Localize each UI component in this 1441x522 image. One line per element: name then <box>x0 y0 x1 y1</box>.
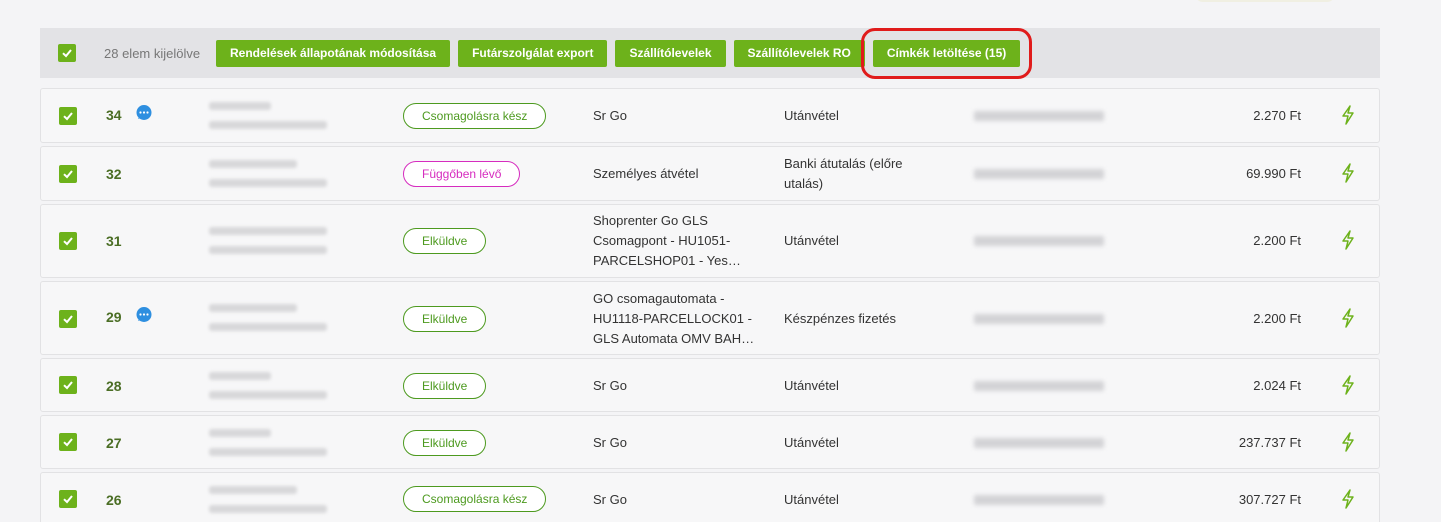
lightning-icon[interactable] <box>1341 432 1355 452</box>
order-id[interactable]: 27 <box>106 435 122 451</box>
payment-method: Utánvétel <box>784 492 839 507</box>
payment-method: Banki átutalás (előre utalás) <box>784 156 903 191</box>
order-total: 69.990 Ft <box>1246 166 1301 181</box>
check-icon <box>63 495 73 504</box>
order-row[interactable]: 26 Csomagolásra kész Sr Go Utánvétel 307… <box>40 472 1380 522</box>
payment-method: Utánvétel <box>784 378 839 393</box>
row-checkbox[interactable] <box>59 433 77 451</box>
lightning-icon[interactable] <box>1341 230 1355 250</box>
payment-method: Utánvétel <box>784 435 839 450</box>
order-row[interactable]: 34 Csomagolásra kész Sr Go Utánvétel 2.2… <box>40 88 1380 143</box>
customer-info-blurred <box>209 486 329 522</box>
order-id[interactable]: 29 <box>106 309 122 325</box>
payment-method: Készpénzes fizetés <box>784 311 897 326</box>
customer-info-blurred <box>209 102 329 140</box>
status-badge: Csomagolásra kész <box>403 103 547 129</box>
check-icon <box>63 170 73 179</box>
status-badge: Elküldve <box>403 306 487 332</box>
lightning-icon[interactable] <box>1341 489 1355 509</box>
row-checkbox[interactable] <box>59 376 77 394</box>
chat-bubble-icon[interactable] <box>135 104 153 122</box>
check-icon <box>63 438 73 447</box>
shipping-method: Személyes átvétel <box>593 166 699 181</box>
lightning-icon[interactable] <box>1341 308 1355 328</box>
row-checkbox[interactable] <box>59 310 77 328</box>
shipping-method: Sr Go <box>593 378 627 393</box>
lightning-icon[interactable] <box>1341 163 1355 183</box>
order-total: 2.200 Ft <box>1253 233 1301 248</box>
order-id[interactable]: 34 <box>106 107 122 123</box>
order-id[interactable]: 26 <box>106 492 122 508</box>
order-total: 2.024 Ft <box>1253 378 1301 393</box>
status-badge: Csomagolásra kész <box>403 486 547 512</box>
delivery-notes-button[interactable]: Szállítólevelek <box>615 39 726 67</box>
order-date-blurred <box>974 236 1104 246</box>
order-total: 2.200 Ft <box>1253 311 1301 326</box>
shipping-method: Shoprenter Go GLS Csomagpont - HU1051-PA… <box>593 213 741 268</box>
shipping-method: Sr Go <box>593 492 627 507</box>
check-icon <box>63 315 73 324</box>
order-date-blurred <box>974 495 1104 505</box>
status-badge: Elküldve <box>403 430 487 456</box>
order-total: 2.270 Ft <box>1253 108 1301 123</box>
download-labels-button[interactable]: Címkék letöltése (15) <box>860 27 1033 79</box>
customer-info-blurred <box>209 160 329 198</box>
shipping-method: Sr Go <box>593 108 627 123</box>
status-badge: Elküldve <box>403 373 487 399</box>
customer-info-blurred <box>209 372 329 410</box>
row-checkbox[interactable] <box>59 490 77 508</box>
customer-info-blurred <box>209 227 329 265</box>
courier-export-button[interactable]: Futárszolgálat export <box>458 39 608 67</box>
chat-bubble-icon[interactable] <box>135 306 153 324</box>
row-checkbox[interactable] <box>59 165 77 183</box>
order-date-blurred <box>974 169 1104 179</box>
order-row[interactable]: 28 Elküldve Sr Go Utánvétel 2.024 Ft <box>40 358 1380 412</box>
customer-info-blurred <box>209 429 329 467</box>
select-all-checkbox[interactable] <box>58 44 76 62</box>
order-id[interactable]: 32 <box>106 166 122 182</box>
check-icon <box>63 237 73 246</box>
order-date-blurred <box>974 438 1104 448</box>
check-icon <box>63 112 73 121</box>
check-icon <box>62 49 72 58</box>
lightning-icon[interactable] <box>1341 375 1355 395</box>
order-id[interactable]: 31 <box>106 233 122 249</box>
order-id[interactable]: 28 <box>106 378 122 394</box>
order-row[interactable]: 32 Függőben lévő Személyes átvétel Banki… <box>40 146 1380 201</box>
selected-count: 28 elem kijelölve <box>104 45 201 61</box>
order-date-blurred <box>974 111 1104 121</box>
status-badge: Függőben lévő <box>403 161 521 187</box>
order-total: 237.737 Ft <box>1238 435 1301 450</box>
check-icon <box>63 381 73 390</box>
shipping-method: GO csomagautomata - HU1118-PARCELLOCK01 … <box>593 291 755 346</box>
row-checkbox[interactable] <box>59 107 77 125</box>
delivery-notes-ro-button[interactable]: Szállítólevelek RO <box>733 39 865 67</box>
payment-method: Utánvétel <box>784 233 839 248</box>
order-total: 307.727 Ft <box>1238 492 1301 507</box>
top-highlight-decor <box>1195 0 1335 2</box>
status-badge: Elküldve <box>403 228 487 254</box>
customer-info-blurred <box>209 304 329 342</box>
payment-method: Utánvétel <box>784 108 839 123</box>
order-row[interactable]: 31 Elküldve Shoprenter Go GLS Csomagpont… <box>40 204 1380 278</box>
row-checkbox[interactable] <box>59 232 77 250</box>
change-order-status-button[interactable]: Rendelések állapotának módosítása <box>216 39 451 67</box>
order-row[interactable]: 29 Elküldve GO csomagautomata - HU1118-P… <box>40 281 1380 355</box>
shipping-method: Sr Go <box>593 435 627 450</box>
order-date-blurred <box>974 314 1104 324</box>
order-date-blurred <box>974 381 1104 391</box>
lightning-icon[interactable] <box>1341 105 1355 125</box>
order-row[interactable]: 27 Elküldve Sr Go Utánvétel 237.737 Ft <box>40 415 1380 469</box>
bulk-action-bar: 28 elem kijelölve Rendelések állapotának… <box>40 27 1380 79</box>
